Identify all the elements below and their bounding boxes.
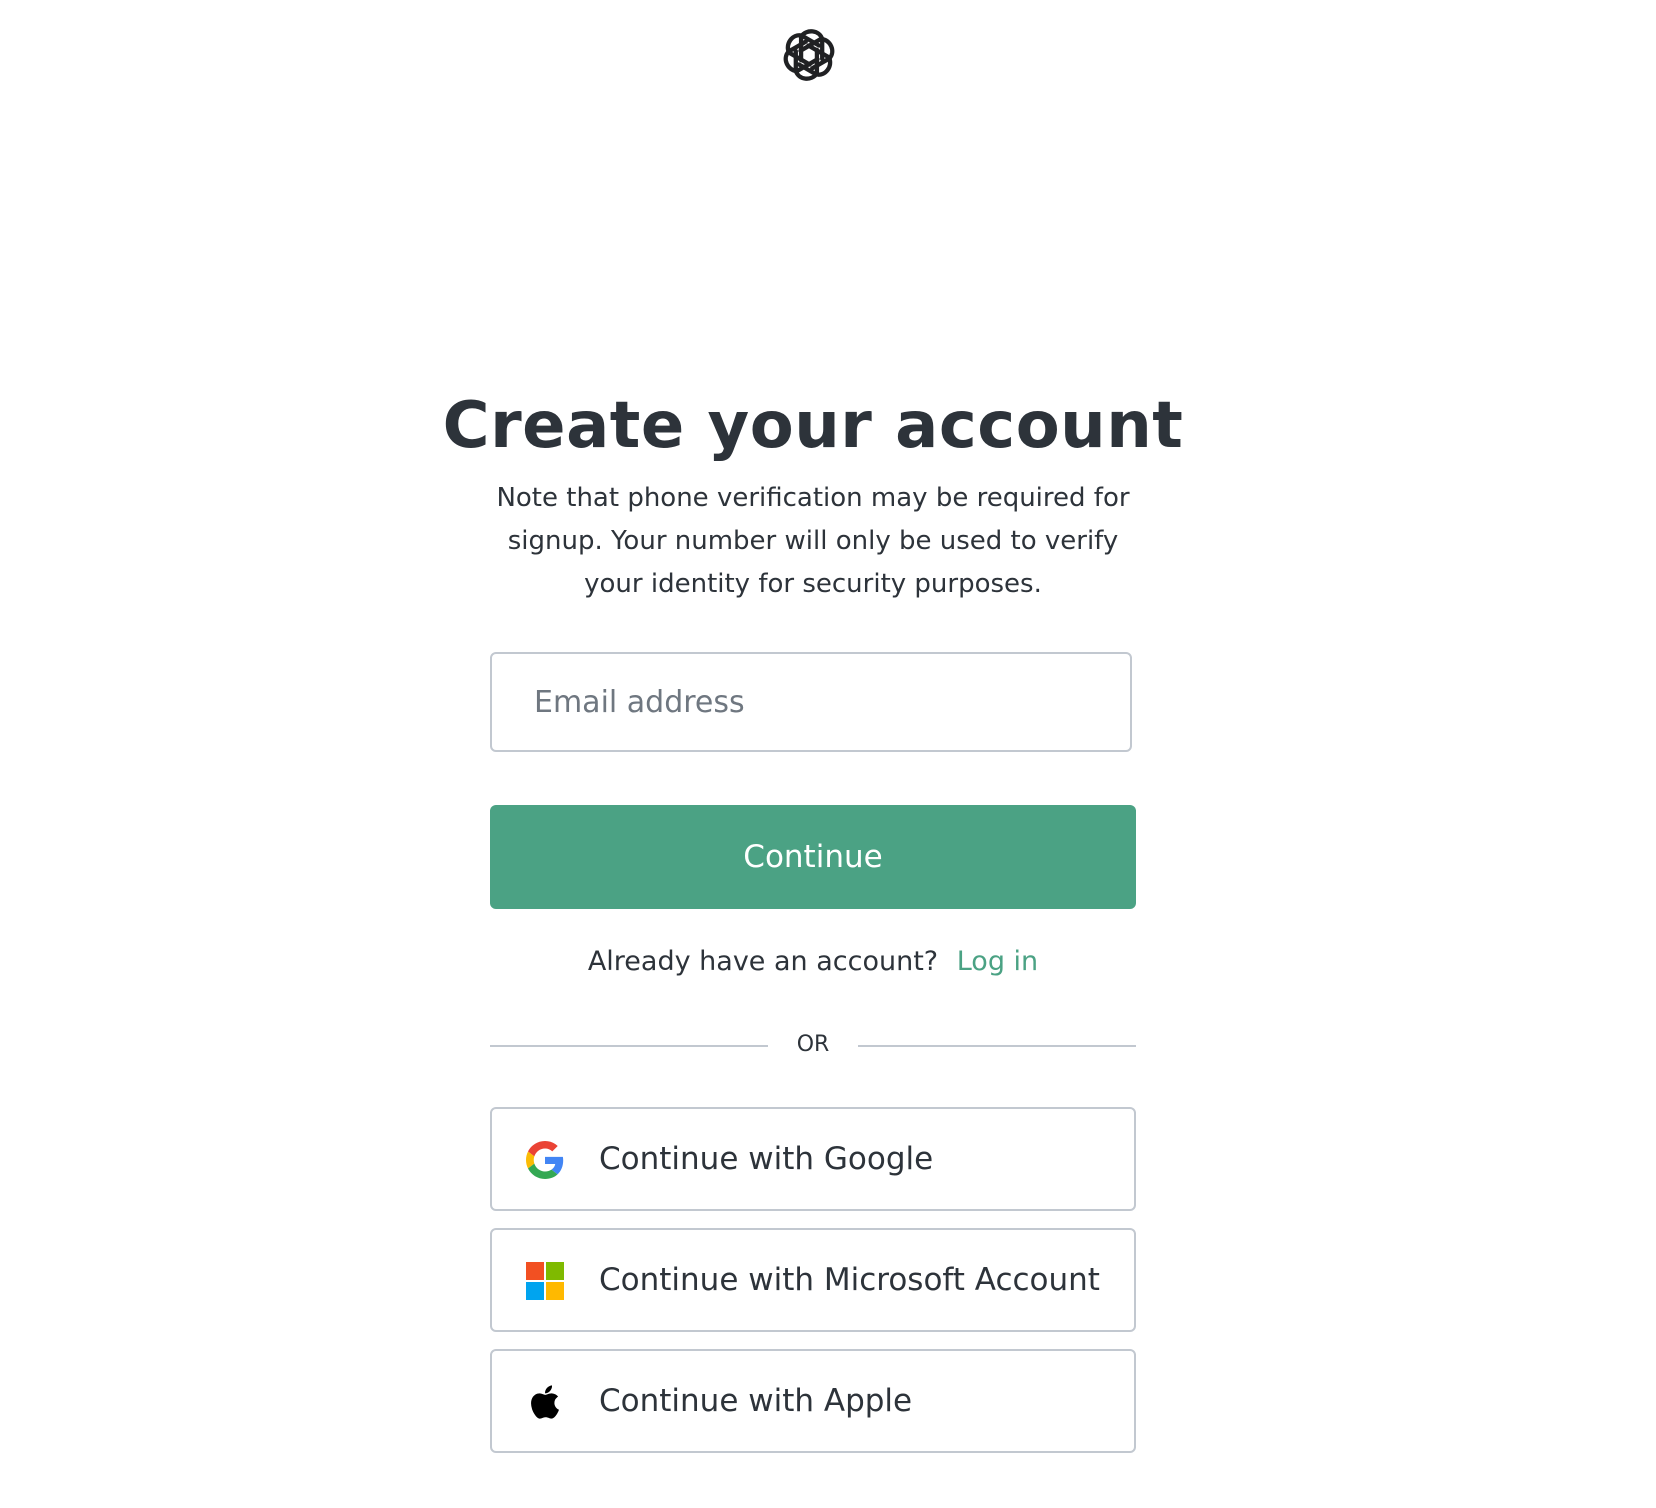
divider-line-left [490,1045,768,1047]
subtitle-line: signup. Your number will only be used to… [507,526,1119,556]
page-subtitle: Note that phone verification may be requ… [480,477,1146,606]
email-input[interactable] [492,654,1130,750]
microsoft-button-label: Continue with Microsoft Account [599,1262,1100,1298]
subtitle-line: Note that phone verification may be requ… [496,483,1130,513]
login-prompt-text: Already have an account? [587,946,939,977]
google-icon [526,1141,564,1179]
openai-logo-svg [783,29,835,81]
continue-button[interactable]: Continue [490,805,1136,909]
microsoft-icon [526,1262,564,1300]
page-title: Create your account [442,389,1184,463]
continue-with-microsoft-button[interactable]: Continue with Microsoft Account [490,1228,1136,1332]
or-divider: OR [490,1030,1136,1060]
login-link[interactable]: Log in [957,946,1038,977]
email-field[interactable] [490,652,1132,752]
continue-with-google-button[interactable]: Continue with Google [490,1107,1136,1211]
login-prompt-row: Already have an account? Log in [490,940,1136,984]
apple-icon [526,1383,564,1421]
continue-with-apple-button[interactable]: Continue with Apple [490,1349,1136,1453]
apple-button-label: Continue with Apple [599,1383,913,1419]
subtitle-line: your identity for security purposes. [584,569,1042,599]
openai-logo-icon [776,22,842,88]
divider-label: OR [796,1032,830,1057]
divider-line-right [858,1045,1136,1047]
google-button-label: Continue with Google [599,1141,934,1177]
